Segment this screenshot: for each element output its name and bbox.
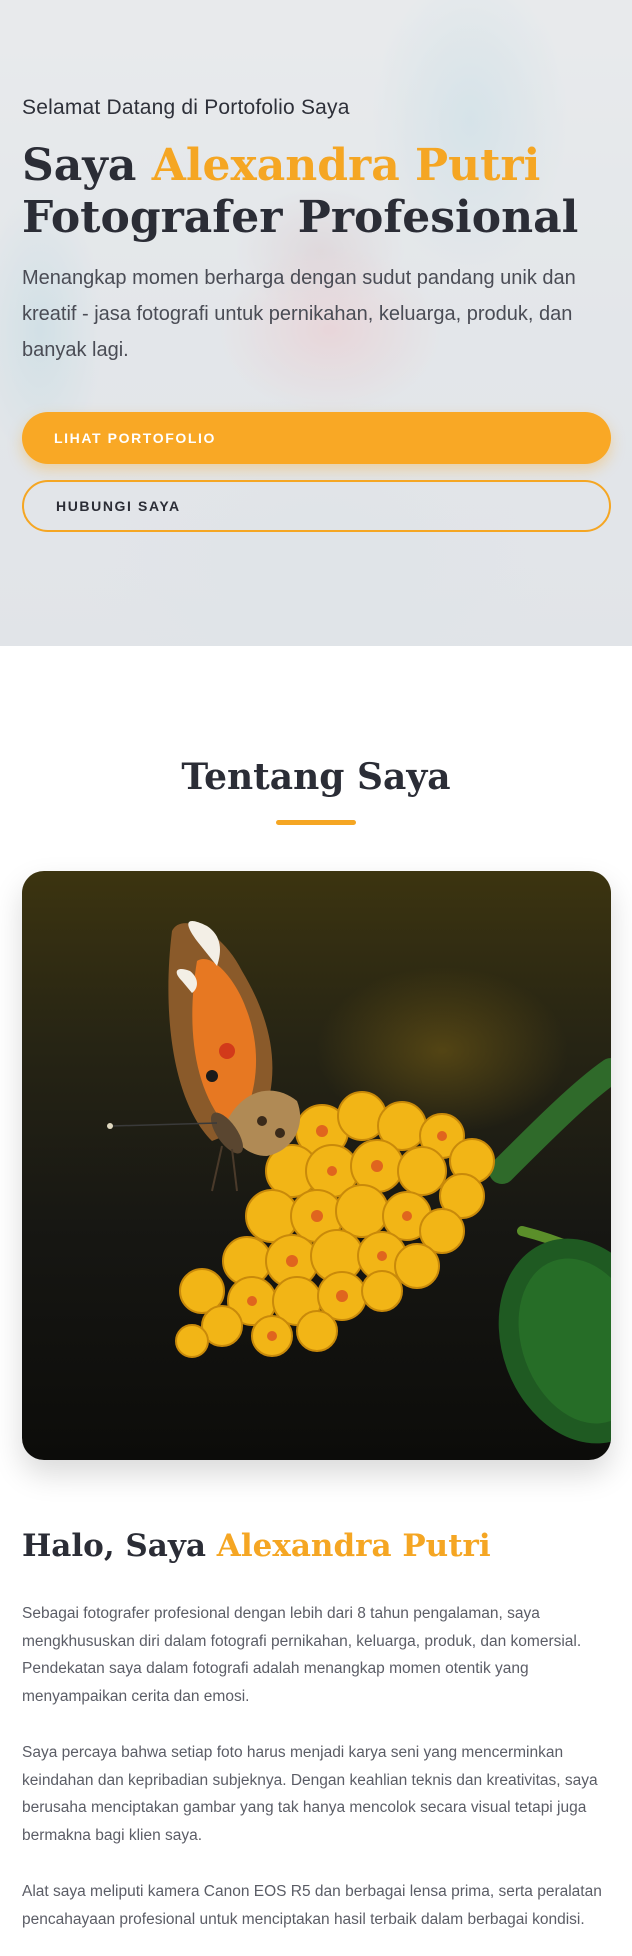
- about-section-title: Tentang Saya: [181, 756, 451, 798]
- hero-content: Selamat Datang di Portofolio Saya Saya A…: [22, 96, 612, 532]
- about-heading-prefix: Halo, Saya: [22, 1528, 206, 1564]
- about-heading: Halo, Saya Alexandra Putri: [22, 1528, 610, 1564]
- section-title-underline: [276, 820, 356, 825]
- hero-section: Selamat Datang di Portofolio Saya Saya A…: [0, 0, 632, 646]
- hero-description: Menangkap momen berharga dengan sudut pa…: [22, 267, 576, 361]
- about-photo: [22, 871, 611, 1460]
- about-text-block: Halo, Saya Alexandra Putri Sebagai fotog…: [0, 1528, 632, 1933]
- hero-title-name: Alexandra Putri: [151, 140, 541, 191]
- butterfly-flower-illustration: [107, 921, 611, 1444]
- about-paragraph: Alat saya meliputi kamera Canon EOS R5 d…: [22, 1883, 602, 1928]
- hero-welcome-text: Selamat Datang di Portofolio Saya: [22, 96, 350, 119]
- about-heading-name: Alexandra Putri: [216, 1528, 491, 1564]
- hero-title-profession: Fotografer Profesional: [22, 192, 579, 243]
- hero-title: Saya Alexandra Putri Fotografer Profesio…: [22, 140, 612, 244]
- about-section: Tentang Saya Halo, Saya Alexandra Putri …: [0, 646, 632, 1933]
- about-paragraph: Sebagai fotografer profesional dengan le…: [22, 1605, 582, 1705]
- about-paragraph: Saya percaya bahwa setiap foto harus men…: [22, 1744, 598, 1844]
- view-portfolio-button[interactable]: LIHAT PORTOFOLIO: [22, 412, 611, 464]
- contact-me-button[interactable]: HUBUNGI SAYA: [22, 480, 611, 532]
- hero-title-prefix: Saya: [22, 140, 137, 191]
